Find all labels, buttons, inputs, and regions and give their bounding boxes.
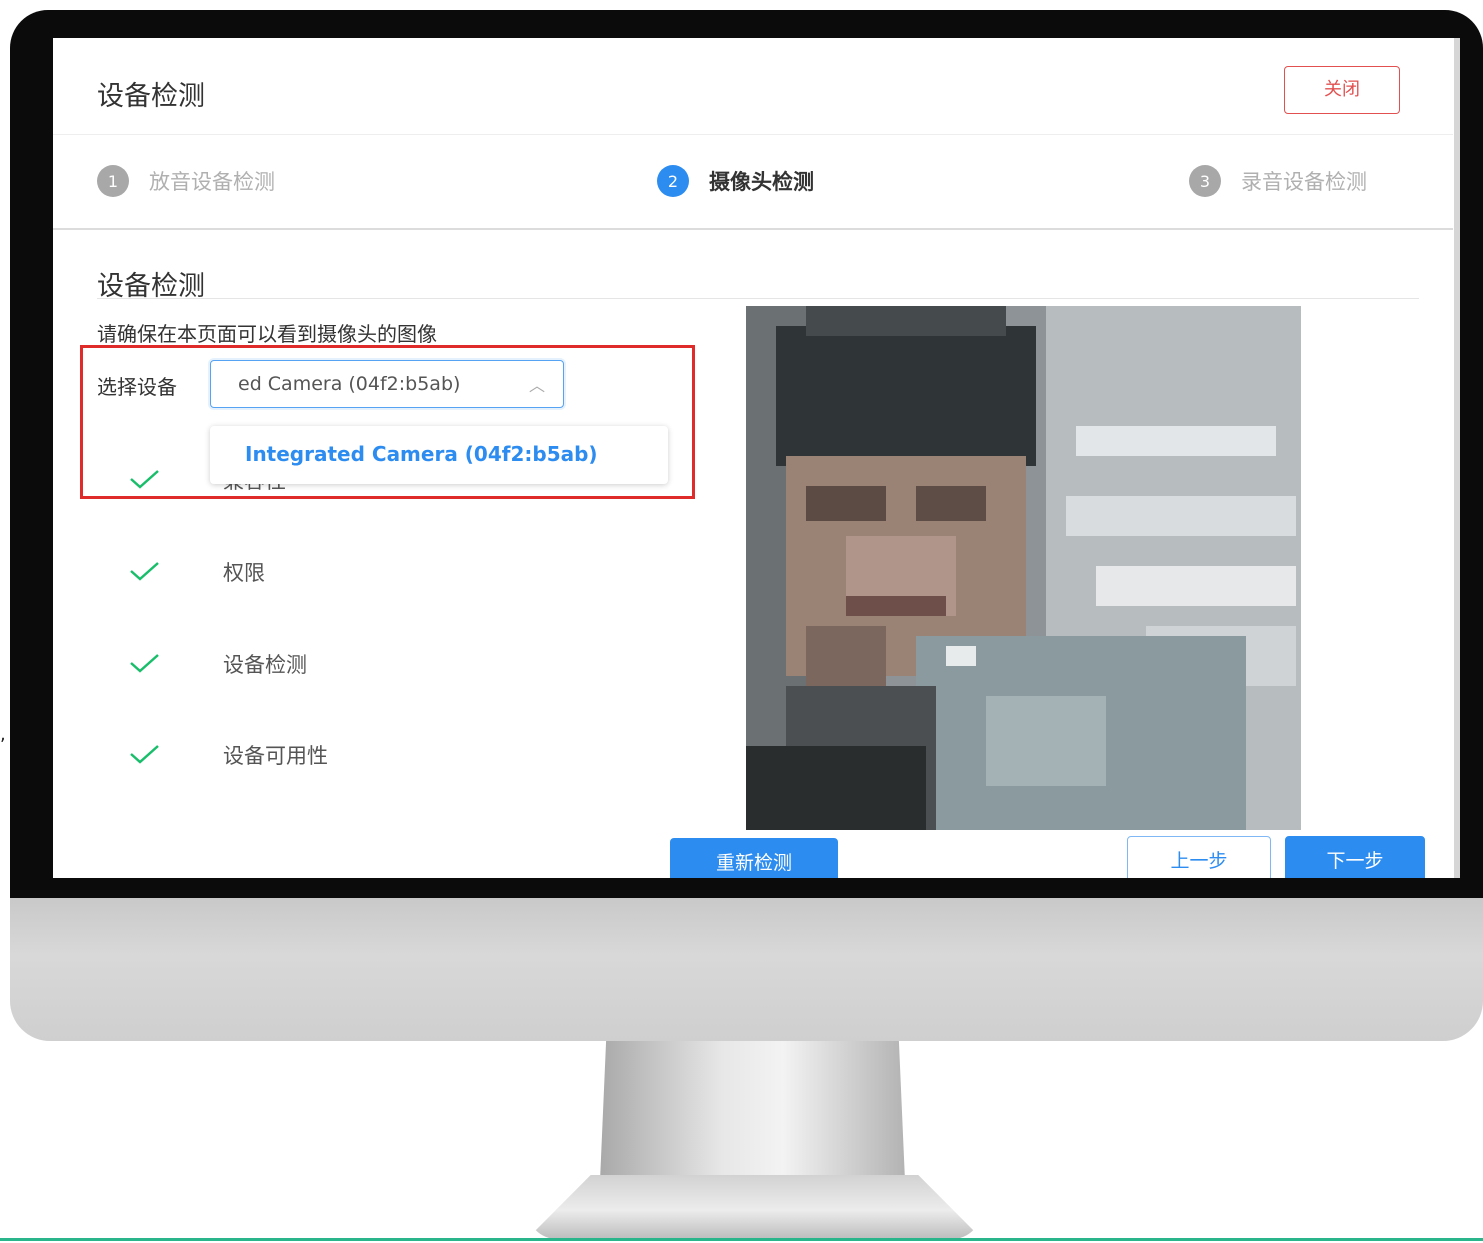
device-select[interactable]: ed Camera (04f2:b5ab) ︿ xyxy=(210,360,564,408)
device-check-dialog: 设备检测 关闭 1 放音设备检测 2 摄像头检测 3 录音设备检测 设备检测 请… xyxy=(53,38,1460,878)
dialog-header: 设备检测 关闭 xyxy=(53,38,1453,135)
step-recording-check: 3 录音设备检测 xyxy=(1189,165,1367,197)
dropdown-option[interactable]: Integrated Camera (04f2:b5ab) xyxy=(245,442,598,466)
camera-image xyxy=(746,306,1301,830)
monitor-chin xyxy=(10,898,1483,1041)
select-device-label: 选择设备 xyxy=(97,375,177,399)
device-dropdown: Integrated Camera (04f2:b5ab) xyxy=(210,426,668,484)
close-button[interactable]: 关闭 xyxy=(1284,66,1400,114)
bottom-accent-line xyxy=(0,1238,1483,1241)
retest-button[interactable]: 重新检测 xyxy=(670,838,838,878)
section-divider xyxy=(97,298,1419,299)
check-icon xyxy=(130,470,159,489)
step-label: 摄像头检测 xyxy=(709,170,814,194)
step-indicator: 1 放音设备检测 2 摄像头检测 3 录音设备检测 xyxy=(53,134,1453,230)
prev-step-button[interactable]: 上一步 xyxy=(1127,836,1271,878)
next-step-button[interactable]: 下一步 xyxy=(1285,836,1425,878)
chevron-up-icon: ︿ xyxy=(528,376,545,395)
monitor-stand-base xyxy=(527,1175,982,1239)
dialog-title: 设备检测 xyxy=(97,81,205,112)
check-label: 设备可用性 xyxy=(223,744,328,768)
monitor-stand-neck xyxy=(600,1041,905,1181)
step-label: 放音设备检测 xyxy=(149,170,275,194)
instruction-text: 请确保在本页面可以看到摄像头的图像 xyxy=(97,322,437,346)
step-number: 3 xyxy=(1189,165,1221,197)
check-icon xyxy=(130,562,159,581)
edge-mark: , xyxy=(0,724,6,745)
step-camera-check: 2 摄像头检测 xyxy=(657,165,814,197)
check-label: 权限 xyxy=(223,561,265,585)
step-playback-check: 1 放音设备检测 xyxy=(97,165,275,197)
check-label: 设备检测 xyxy=(223,653,307,677)
step-number: 2 xyxy=(657,165,689,197)
check-icon xyxy=(130,654,159,673)
select-value: ed Camera (04f2:b5ab) xyxy=(238,373,461,395)
scrollbar[interactable] xyxy=(1454,38,1460,878)
camera-preview xyxy=(746,306,1301,830)
step-number: 1 xyxy=(97,165,129,197)
check-icon xyxy=(130,745,159,764)
step-label: 录音设备检测 xyxy=(1241,170,1367,194)
